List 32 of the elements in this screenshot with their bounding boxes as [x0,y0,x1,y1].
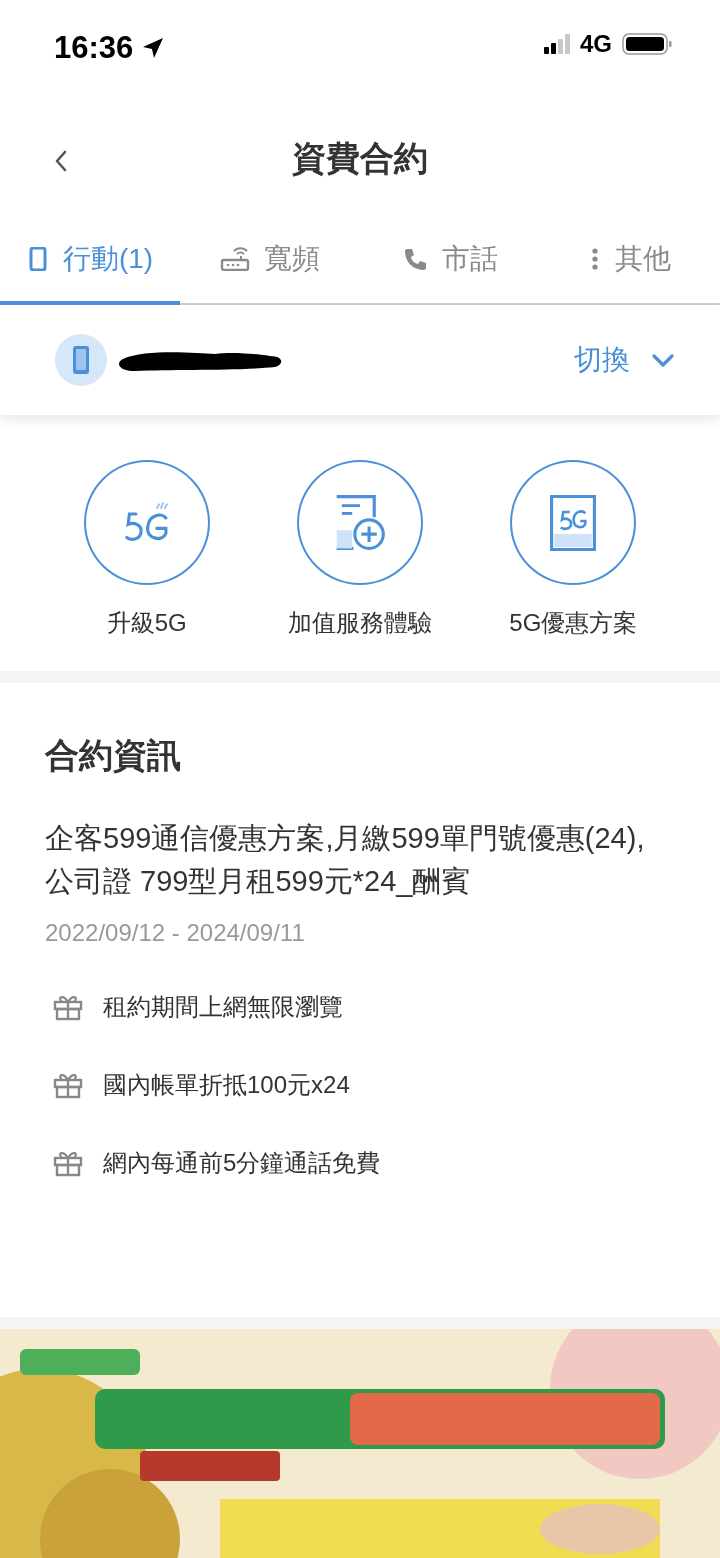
tab[interactable]: 寬頻 [180,230,360,305]
shortcut-label: 加值服務體驗 [288,608,432,638]
5g-signal-icon [123,501,170,544]
location-arrow-icon [141,36,166,60]
benefit-text: 租約期間上網無限瀏覽 [103,992,343,1022]
5g-card-icon [549,494,598,551]
more-vertical-icon [589,246,601,271]
tab[interactable]: 其他 [540,230,720,305]
gift-icon [53,1149,83,1177]
benefit-text: 國內帳單折抵100元x24 [103,1070,350,1100]
clock-time: 16:36 [54,30,134,66]
plan-name: 企客599通信優惠方案,月繳599單門號優惠(24),公司證 799型月租599元*24_酬賓 [45,821,646,899]
battery-icon [622,33,672,55]
section-heading: 合約資訊 [45,735,182,776]
network-type: 4G [580,30,612,58]
contract-period: 2022/09/12 - 2024/09/11 [45,919,306,947]
tab[interactable]: 市話 [360,230,540,305]
page-title: 資費合約 [292,138,428,179]
switch-dropdown[interactable]: 切換 [568,340,680,380]
shortcut-label: 5G優惠方案 [509,608,638,638]
chevron-left-icon [54,150,68,172]
signal-icon [544,34,570,54]
phone-icon [402,246,428,271]
document-plus-icon [334,494,386,551]
benefit-text: 網內每通前5分鐘通話免費 [103,1148,381,1178]
smartphone-icon [71,345,91,375]
router-icon [220,246,250,271]
shortcut-label: 升級5G [106,608,187,638]
chevron-down-icon [652,352,674,368]
smartphone-icon [26,246,49,271]
gift-icon [53,1071,83,1099]
gift-icon [53,993,83,1021]
